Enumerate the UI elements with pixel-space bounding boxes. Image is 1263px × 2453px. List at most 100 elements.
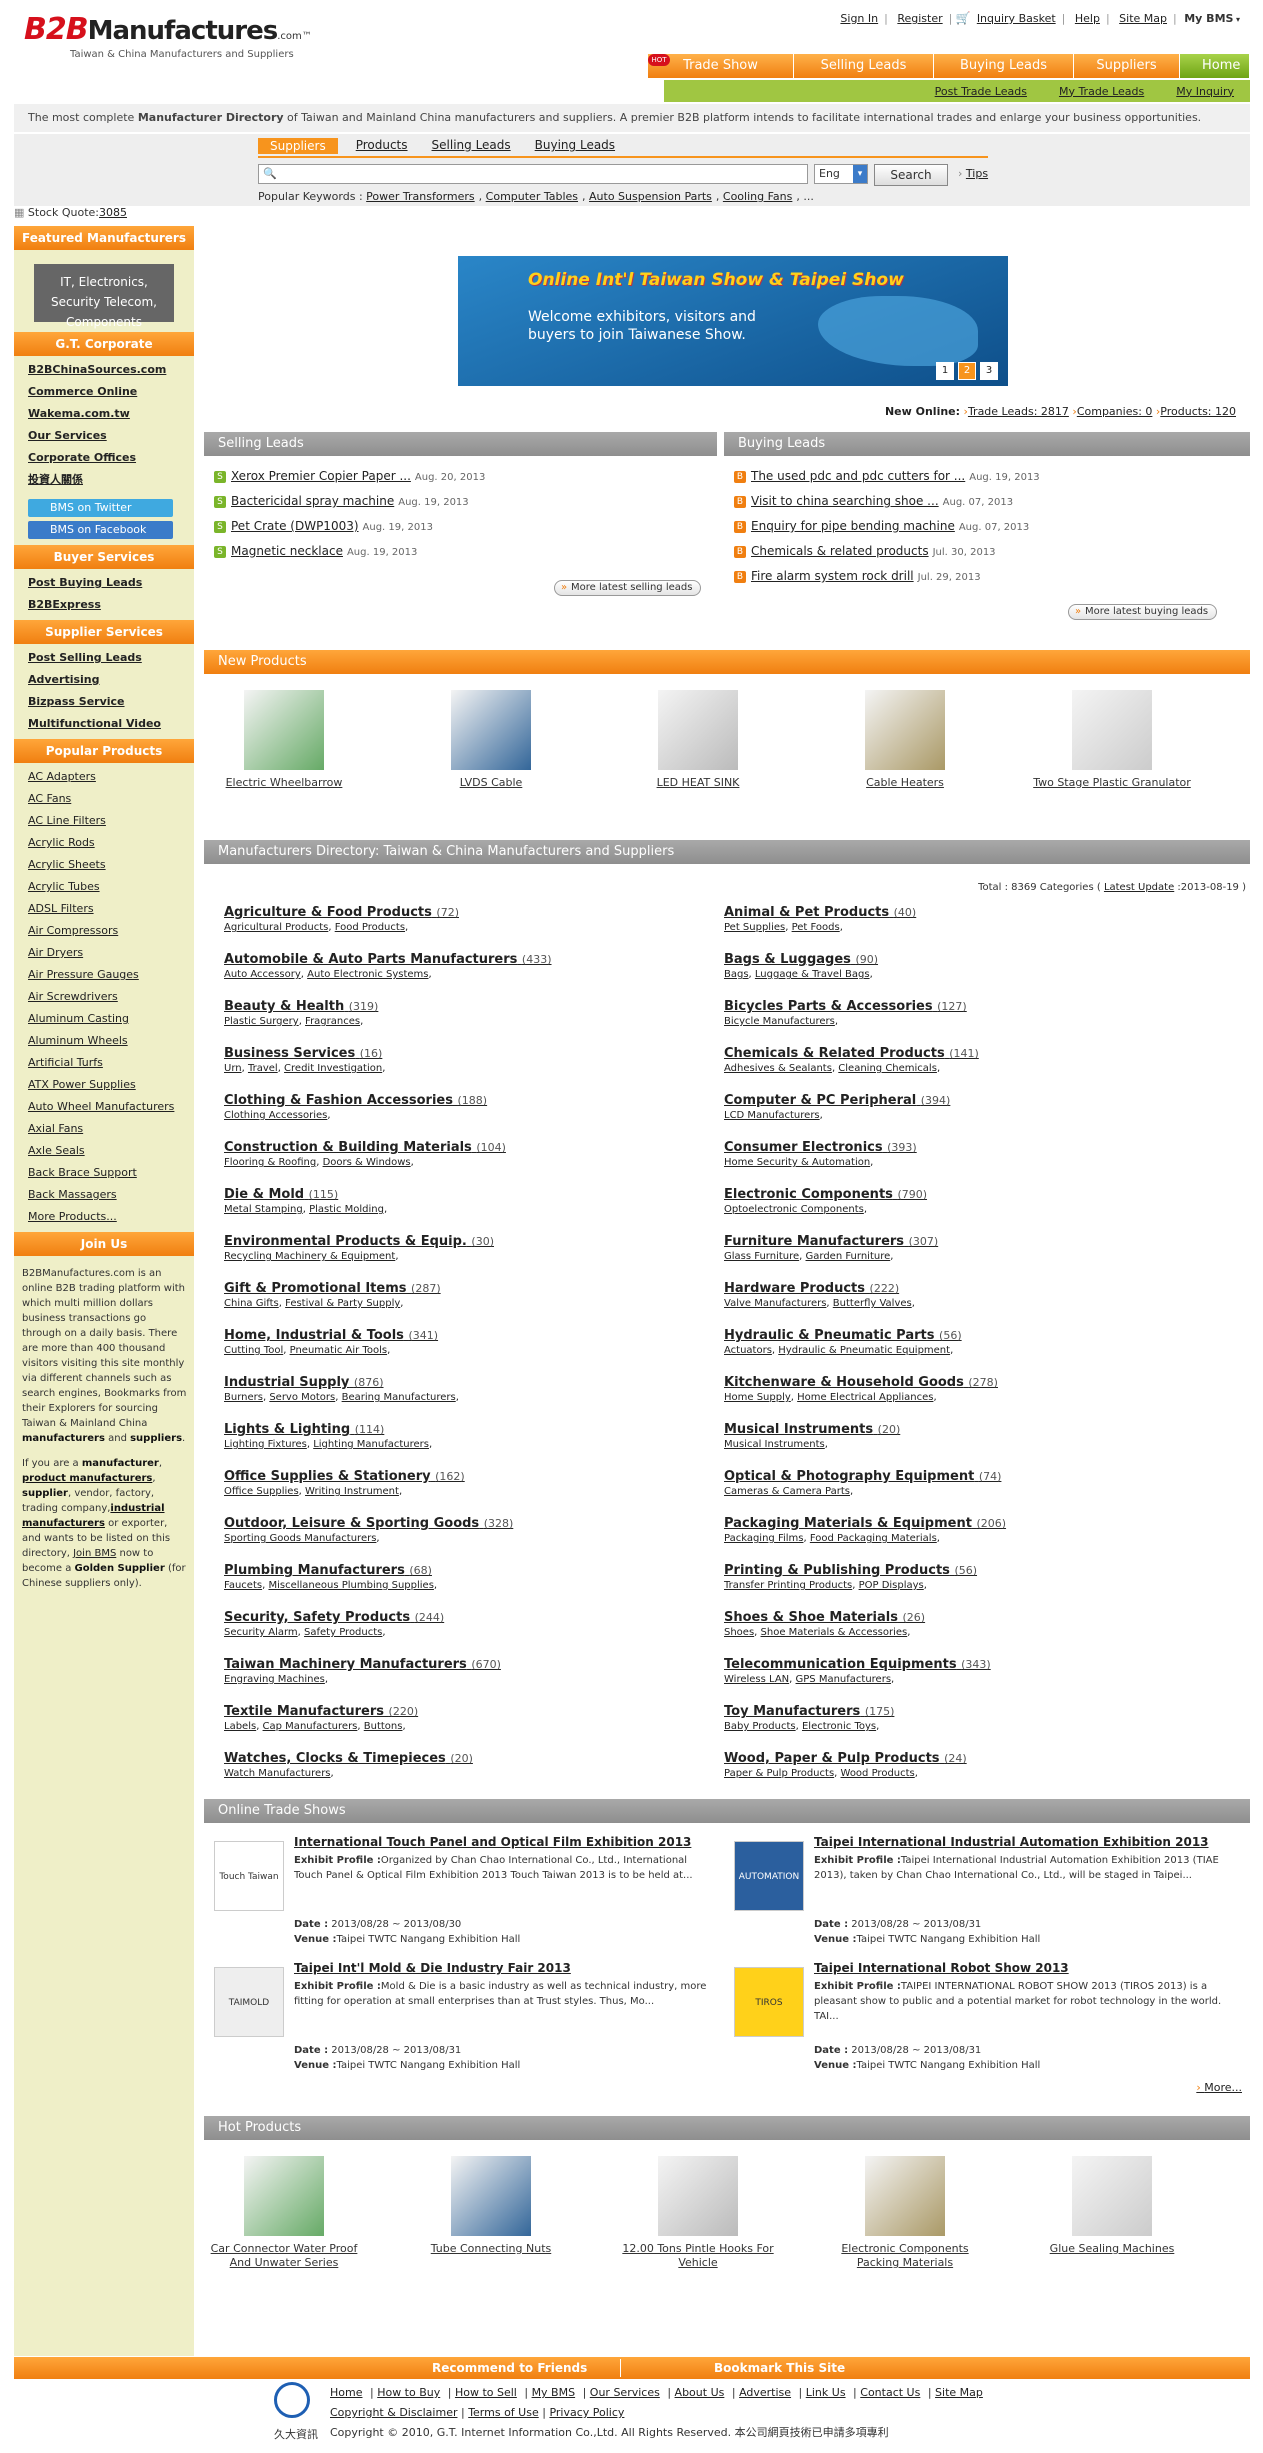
category-link[interactable]: Bicycles Parts & Accessories (127) bbox=[724, 999, 1224, 1014]
hot-product-name[interactable]: Glue Sealing Machines bbox=[1032, 2242, 1192, 2256]
subcategory-link[interactable]: Safety Products bbox=[304, 1627, 382, 1638]
subcategory-link[interactable]: Writing Instrument bbox=[305, 1486, 399, 1497]
category-name[interactable]: Toy Manufacturers bbox=[724, 1704, 860, 1719]
category-name[interactable]: Taiwan Machinery Manufacturers bbox=[224, 1657, 467, 1672]
category-name[interactable]: Industrial Supply bbox=[224, 1375, 349, 1390]
popular-product-link[interactable]: Aluminum Casting bbox=[28, 1008, 194, 1030]
subcategory-link[interactable]: Packaging Films bbox=[724, 1533, 803, 1544]
trade-leads-count[interactable]: Trade Leads: 2817 bbox=[968, 405, 1069, 418]
sidebar-link[interactable]: B2BChinaSources.com bbox=[28, 359, 194, 381]
nav-home[interactable]: Home bbox=[1180, 54, 1250, 78]
category-link[interactable]: Packaging Materials & Equipment (206) bbox=[724, 1516, 1224, 1531]
category-name[interactable]: Die & Mold bbox=[224, 1187, 304, 1202]
supplier-service-link[interactable]: Bizpass Service bbox=[28, 691, 194, 713]
subcategory-link[interactable]: Home Electrical Appliances bbox=[797, 1392, 933, 1403]
lead-title[interactable]: Fire alarm system rock drill bbox=[751, 569, 914, 583]
footer-link[interactable]: Home bbox=[330, 2386, 362, 2399]
search-input[interactable]: 🔍 bbox=[258, 164, 808, 184]
category-link[interactable]: Furniture Manufacturers (307) bbox=[724, 1234, 1224, 1249]
subcategory-link[interactable]: Buttons bbox=[364, 1721, 403, 1732]
supplier-service-link[interactable]: Multifunctional Video bbox=[28, 713, 194, 735]
subcategory-link[interactable]: Home Security & Automation bbox=[724, 1157, 870, 1168]
sidebar-link[interactable]: Wakema.com.tw bbox=[28, 403, 194, 425]
subcategory-link[interactable]: Fragrances bbox=[305, 1016, 360, 1027]
nav-trade-show[interactable]: Trade Show HOT bbox=[648, 54, 794, 78]
subcategory-link[interactable]: Festival & Party Supply bbox=[285, 1298, 400, 1309]
subcategory-link[interactable]: Electronic Toys bbox=[802, 1721, 876, 1732]
subcategory-link[interactable]: Labels bbox=[224, 1721, 256, 1732]
supplier-service-link[interactable]: Advertising bbox=[28, 669, 194, 691]
subcategory-link[interactable]: Agricultural Products bbox=[224, 922, 328, 933]
subcategory-link[interactable]: POP Displays bbox=[859, 1580, 924, 1591]
category-link[interactable]: Computer & PC Peripheral (394) bbox=[724, 1093, 1224, 1108]
subcategory-link[interactable]: Engraving Machines bbox=[224, 1674, 325, 1685]
hot-product-name[interactable]: Car Connector Water Proof And Unwater Se… bbox=[204, 2242, 364, 2270]
subcategory-link[interactable]: Cleaning Chemicals bbox=[838, 1063, 937, 1074]
subcategory-link[interactable]: LCD Manufacturers bbox=[724, 1110, 820, 1121]
lead-title[interactable]: Visit to china searching shoe ... bbox=[751, 494, 939, 508]
category-link[interactable]: Security, Safety Products (244) bbox=[224, 1610, 724, 1625]
new-product-name[interactable]: LED HEAT SINK bbox=[618, 776, 778, 790]
category-link[interactable]: Die & Mold (115) bbox=[224, 1187, 724, 1202]
hot-product-name[interactable]: Electronic Components Packing Materials bbox=[825, 2242, 985, 2270]
subcategory-link[interactable]: Clothing Accessories bbox=[224, 1110, 327, 1121]
category-name[interactable]: Automobile & Auto Parts Manufacturers bbox=[224, 952, 517, 967]
new-product-name[interactable]: LVDS Cable bbox=[411, 776, 571, 790]
category-name[interactable]: Gift & Promotional Items bbox=[224, 1281, 407, 1296]
new-product-image[interactable] bbox=[865, 690, 945, 770]
my-inquiry-link[interactable]: My Inquiry bbox=[1176, 85, 1234, 98]
category-link[interactable]: Hydraulic & Pneumatic Parts (56) bbox=[724, 1328, 1224, 1343]
subcategory-link[interactable]: Glass Furniture bbox=[724, 1251, 799, 1262]
category-name[interactable]: Optical & Photography Equipment bbox=[724, 1469, 974, 1484]
my-trade-leads-link[interactable]: My Trade Leads bbox=[1059, 85, 1144, 98]
footer-link[interactable]: Link Us bbox=[806, 2386, 846, 2399]
subcategory-link[interactable]: Baby Products bbox=[724, 1721, 796, 1732]
subcategory-link[interactable]: Sporting Goods Manufacturers bbox=[224, 1533, 376, 1544]
more-selling-leads-button[interactable]: More latest selling leads bbox=[554, 580, 702, 596]
new-product[interactable]: Two Stage Plastic Granulator bbox=[1032, 690, 1192, 790]
search-button[interactable]: Search bbox=[874, 164, 948, 186]
category-link[interactable]: Taiwan Machinery Manufacturers (670) bbox=[224, 1657, 724, 1672]
subcategory-link[interactable]: Cutting Tool bbox=[224, 1345, 283, 1356]
category-link[interactable]: Optical & Photography Equipment (74) bbox=[724, 1469, 1224, 1484]
lead-title[interactable]: The used pdc and pdc cutters for ... bbox=[751, 469, 965, 483]
tab-selling-leads[interactable]: Selling Leads bbox=[432, 138, 511, 154]
site-map-link[interactable]: Site Map bbox=[1119, 12, 1167, 25]
hot-product[interactable]: Tube Connecting Nuts bbox=[411, 2156, 571, 2256]
hot-product[interactable]: Car Connector Water Proof And Unwater Se… bbox=[204, 2156, 364, 2270]
footer-link[interactable]: Our Services bbox=[590, 2386, 660, 2399]
subcategory-link[interactable]: Urn bbox=[224, 1063, 242, 1074]
subcategory-link[interactable]: Musical Instruments bbox=[724, 1439, 825, 1450]
subcategory-link[interactable]: Wireless LAN bbox=[724, 1674, 789, 1685]
facebook-button[interactable]: BMS on Facebook bbox=[28, 521, 173, 539]
twitter-button[interactable]: BMS on Twitter bbox=[28, 499, 173, 517]
subcategory-link[interactable]: Miscellaneous Plumbing Supplies bbox=[268, 1580, 433, 1591]
subcategory-link[interactable]: Luggage & Travel Bags bbox=[755, 969, 870, 980]
category-name[interactable]: Computer & PC Peripheral bbox=[724, 1093, 916, 1108]
join-bms-link[interactable]: Join BMS bbox=[73, 1548, 116, 1559]
subcategory-link[interactable]: Metal Stamping bbox=[224, 1204, 303, 1215]
banner-page-3[interactable]: 3 bbox=[980, 362, 998, 380]
category-link[interactable]: Industrial Supply (876) bbox=[224, 1375, 724, 1390]
popular-product-link[interactable]: More Products... bbox=[28, 1206, 194, 1228]
category-name[interactable]: Lights & Lighting bbox=[224, 1422, 350, 1437]
help-link[interactable]: Help bbox=[1075, 12, 1100, 25]
category-name[interactable]: Printing & Publishing Products bbox=[724, 1563, 950, 1578]
hot-product[interactable]: Electronic Components Packing Materials bbox=[825, 2156, 985, 2270]
latest-update-link[interactable]: Latest Update bbox=[1104, 882, 1174, 893]
subcategory-link[interactable]: Recycling Machinery & Equipment bbox=[224, 1251, 395, 1262]
popular-product-link[interactable]: ATX Power Supplies bbox=[28, 1074, 194, 1096]
subcategory-link[interactable]: Lighting Fixtures bbox=[224, 1439, 307, 1450]
category-link[interactable]: Toy Manufacturers (175) bbox=[724, 1704, 1224, 1719]
category-link[interactable]: Hardware Products (222) bbox=[724, 1281, 1224, 1296]
subcategory-link[interactable]: Faucets bbox=[224, 1580, 262, 1591]
new-product-image[interactable] bbox=[451, 690, 531, 770]
popular-product-link[interactable]: Back Massagers bbox=[28, 1184, 194, 1206]
footer-link[interactable]: Contact Us bbox=[860, 2386, 920, 2399]
subcategory-link[interactable]: China Gifts bbox=[224, 1298, 279, 1309]
trade-show-title[interactable]: Taipei Int'l Mold & Die Industry Fair 20… bbox=[294, 1961, 714, 1975]
new-product[interactable]: Electric Wheelbarrow bbox=[204, 690, 364, 790]
hot-product-name[interactable]: Tube Connecting Nuts bbox=[411, 2242, 571, 2256]
popular-product-link[interactable]: Back Brace Support bbox=[28, 1162, 194, 1184]
category-link[interactable]: Office Supplies & Stationery (162) bbox=[224, 1469, 724, 1484]
